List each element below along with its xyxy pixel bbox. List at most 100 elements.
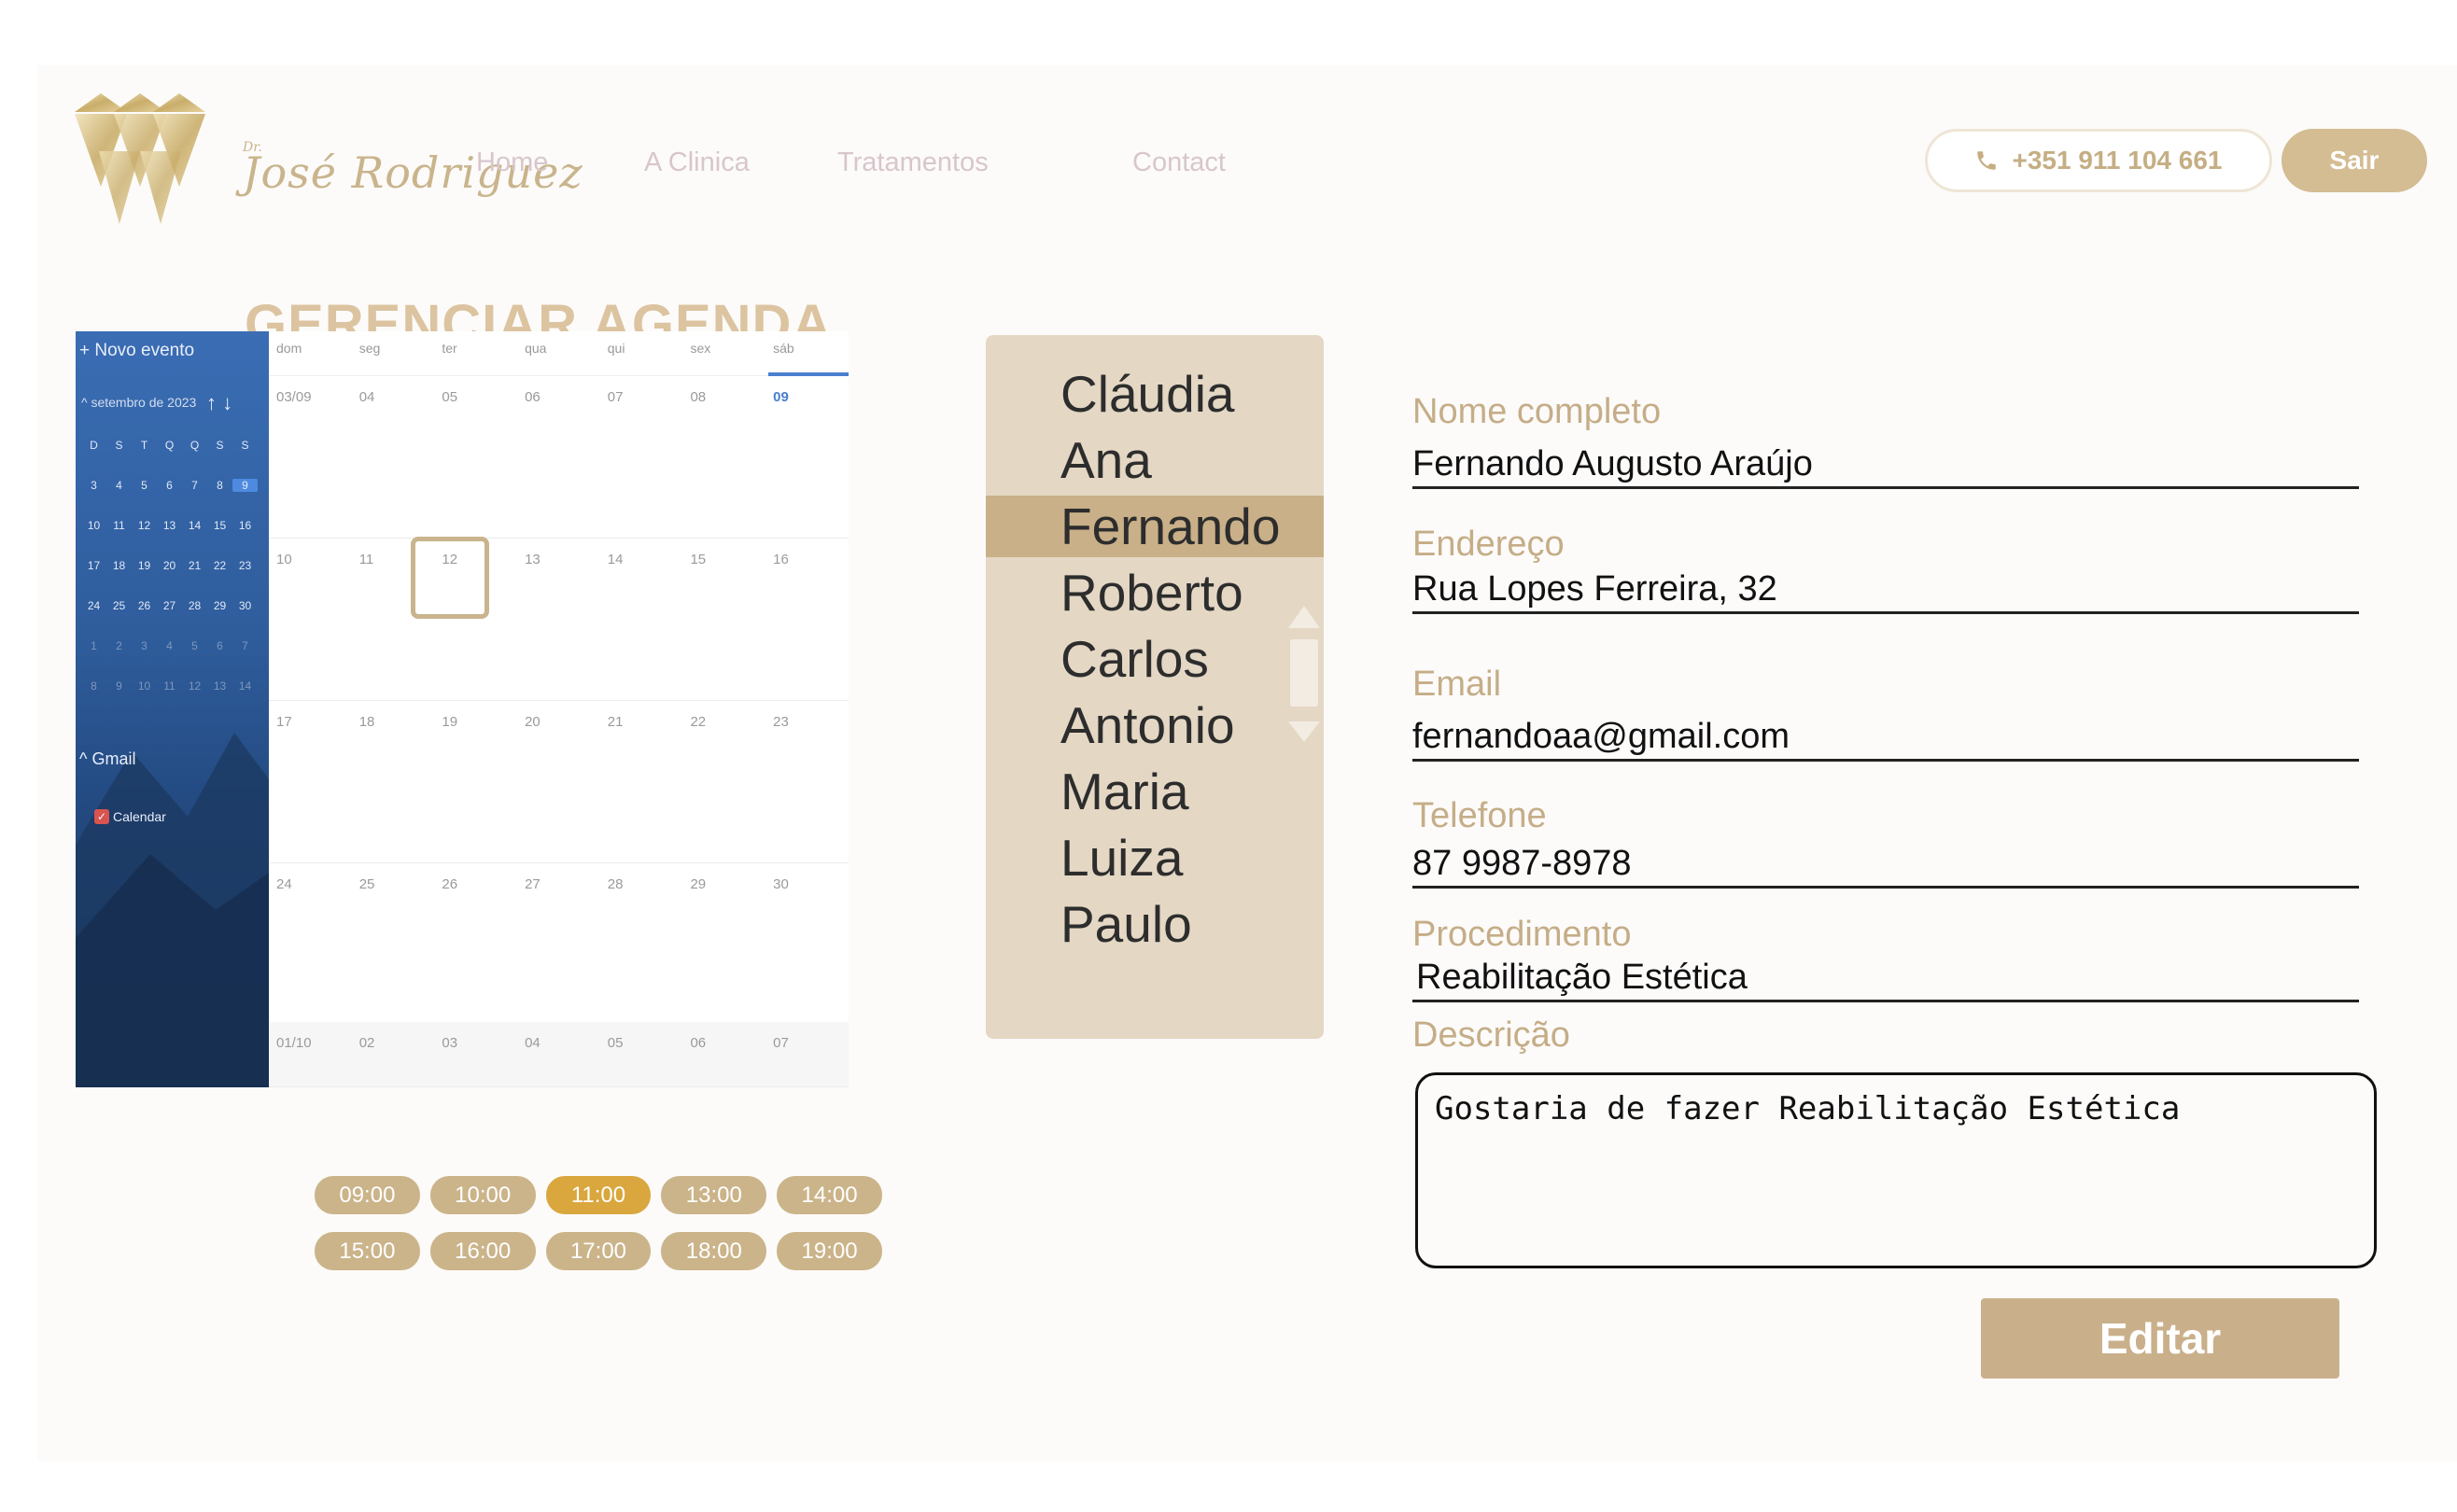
mini-day[interactable]: 11 — [106, 519, 132, 532]
clinic-logo[interactable]: Dr. José Rodriguez — [65, 93, 583, 233]
new-event-button[interactable]: + Novo evento — [79, 341, 194, 361]
mini-day[interactable]: 29 — [207, 599, 232, 612]
nav-home[interactable]: Home — [476, 147, 548, 178]
mini-day[interactable]: 4 — [106, 479, 132, 492]
day-cell[interactable]: 23 — [765, 701, 849, 862]
patient-list-item[interactable]: Paulo — [986, 893, 1324, 955]
patient-list-item[interactable]: Carlos — [986, 628, 1324, 690]
mini-day-selected[interactable]: 9 — [232, 478, 258, 492]
day-cell[interactable]: 22 — [682, 701, 765, 862]
day-cell[interactable]: 15 — [682, 539, 765, 700]
time-slot[interactable]: 16:00 — [429, 1232, 536, 1270]
day-cell[interactable]: 05 — [600, 1022, 683, 1086]
mini-day[interactable]: 26 — [132, 599, 157, 612]
mini-day[interactable]: 2 — [106, 639, 132, 652]
day-cell[interactable]: 17 — [269, 701, 352, 862]
day-cell[interactable]: 27 — [517, 863, 600, 1025]
nav-clinica[interactable]: A Clinica — [644, 147, 750, 178]
arrow-up-icon[interactable]: ↑ — [206, 391, 217, 414]
mini-day[interactable]: 3 — [81, 479, 106, 492]
day-cell[interactable]: 03/09 — [269, 376, 352, 538]
day-cell[interactable]: 04 — [517, 1022, 600, 1086]
mini-day[interactable]: 3 — [132, 639, 157, 652]
phone-field[interactable]: 87 9987-8978 — [1412, 844, 2359, 889]
nav-contact[interactable]: Contact — [1132, 147, 1226, 178]
mini-day[interactable]: 1 — [81, 639, 106, 652]
mini-day[interactable]: 14 — [182, 519, 207, 532]
phone-button[interactable]: +351 911 104 661 — [1925, 129, 2272, 192]
time-slot[interactable]: 19:00 — [777, 1232, 882, 1270]
description-textarea[interactable]: Gostaria de fazer Reabilitação Estética — [1415, 1072, 2377, 1268]
patient-list-item[interactable]: Antonio — [986, 694, 1324, 756]
mini-day[interactable]: 8 — [81, 679, 106, 693]
mini-day[interactable]: 4 — [157, 639, 182, 652]
time-slot[interactable]: 17:00 — [545, 1232, 652, 1270]
nav-tratamentos[interactable]: Tratamentos — [837, 147, 989, 178]
address-field[interactable]: Rua Lopes Ferreira, 32 — [1412, 569, 2359, 614]
edit-button[interactable]: Editar — [1981, 1298, 2339, 1379]
day-cell[interactable]: 01/10 — [269, 1022, 352, 1086]
day-cell[interactable]: 06 — [682, 1022, 765, 1086]
mini-day[interactable]: 17 — [81, 559, 106, 572]
mini-day[interactable]: 12 — [132, 519, 157, 532]
time-slot[interactable]: 18:00 — [661, 1232, 767, 1270]
day-cell[interactable]: 25 — [352, 863, 435, 1025]
mini-day[interactable]: 25 — [106, 599, 132, 612]
day-cell[interactable]: 05 — [434, 376, 517, 538]
procedure-field[interactable]: Reabilitação Estética — [1412, 958, 2359, 1002]
scrollbar[interactable] — [1288, 606, 1320, 755]
mini-day[interactable]: 14 — [232, 679, 258, 693]
name-field[interactable]: Fernando Augusto Araújo — [1412, 444, 2359, 489]
day-cell[interactable]: 07 — [600, 376, 683, 538]
day-cell[interactable]: 10 — [269, 539, 352, 700]
mini-day[interactable]: 16 — [232, 519, 258, 532]
patient-list-item-selected[interactable]: Fernando — [986, 496, 1324, 557]
mini-day[interactable]: 6 — [207, 639, 232, 652]
time-slot[interactable]: 13:00 — [661, 1176, 767, 1214]
time-slot[interactable]: 09:00 — [315, 1176, 420, 1214]
mini-day[interactable]: 13 — [207, 679, 232, 693]
mini-day[interactable]: 5 — [182, 639, 207, 652]
calendar-checkbox[interactable]: ✓ Calendar — [94, 809, 166, 824]
day-cell[interactable]: 02 — [352, 1022, 435, 1086]
mini-day[interactable]: 6 — [157, 479, 182, 492]
patient-list[interactable]: Cláudia Ana Fernando Roberto Carlos Anto… — [986, 335, 1324, 1039]
gmail-section-toggle[interactable]: ^ Gmail — [79, 749, 135, 769]
mini-day[interactable]: 30 — [232, 599, 258, 612]
mini-day[interactable]: 7 — [232, 639, 258, 652]
day-cell[interactable]: 29 — [682, 863, 765, 1025]
selected-day-highlight[interactable] — [411, 537, 489, 619]
day-cell[interactable]: 18 — [352, 701, 435, 862]
day-cell[interactable]: 13 — [517, 539, 600, 700]
arrow-down-icon[interactable]: ↓ — [222, 391, 232, 414]
day-cell[interactable]: 07 — [765, 1022, 849, 1086]
mini-day[interactable]: 20 — [157, 559, 182, 572]
mini-day[interactable]: 7 — [182, 479, 207, 492]
day-cell[interactable]: 20 — [517, 701, 600, 862]
mini-day[interactable]: 21 — [182, 559, 207, 572]
mini-day[interactable]: 10 — [132, 679, 157, 693]
email-field[interactable]: fernandoaa@gmail.com — [1412, 717, 2359, 762]
mini-day[interactable]: 19 — [132, 559, 157, 572]
time-slot-selected[interactable]: 11:00 — [545, 1176, 652, 1214]
mini-day[interactable]: 10 — [81, 519, 106, 532]
time-slot[interactable]: 10:00 — [429, 1176, 536, 1214]
mini-day[interactable]: 27 — [157, 599, 182, 612]
day-cell[interactable]: 06 — [517, 376, 600, 538]
day-cell[interactable]: 21 — [600, 701, 683, 862]
day-cell[interactable]: 30 — [765, 863, 849, 1025]
day-cell[interactable]: 26 — [434, 863, 517, 1025]
day-cell[interactable]: 03 — [434, 1022, 517, 1086]
patient-list-item[interactable]: Maria — [986, 761, 1324, 822]
day-cell[interactable]: 14 — [600, 539, 683, 700]
mini-day[interactable]: 24 — [81, 599, 106, 612]
time-slot[interactable]: 15:00 — [315, 1232, 420, 1270]
time-slot[interactable]: 14:00 — [777, 1176, 882, 1214]
patient-list-item[interactable]: Roberto — [986, 562, 1324, 623]
patient-list-item[interactable]: Ana — [986, 429, 1324, 491]
mini-day[interactable]: 22 — [207, 559, 232, 572]
mini-day[interactable]: 18 — [106, 559, 132, 572]
chevron-up-icon[interactable]: ^ — [81, 395, 91, 410]
day-cell[interactable]: 19 — [434, 701, 517, 862]
mini-day[interactable]: 9 — [106, 679, 132, 693]
